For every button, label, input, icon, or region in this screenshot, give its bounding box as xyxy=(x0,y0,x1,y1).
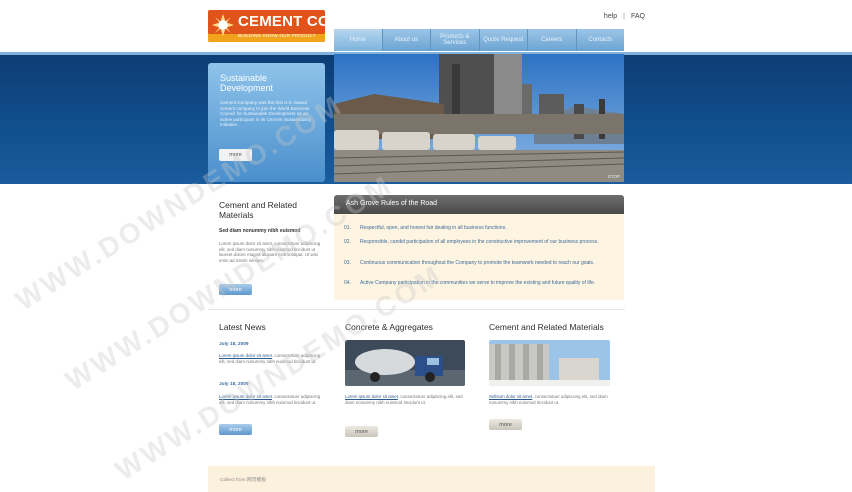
sun-logo-icon xyxy=(212,14,234,36)
rules-title: Ash Grove Rules of the Road xyxy=(346,200,438,207)
cement2-title: Cement and Related Materials xyxy=(489,322,604,332)
nav-home[interactable]: Home xyxy=(334,29,383,51)
news-date: July 18, 2009 xyxy=(219,342,249,347)
rule-number: 01. xyxy=(344,225,351,231)
hero-image: STOP xyxy=(334,54,624,182)
cement-section-subtitle: Sed diam nonummy nibh euismod xyxy=(219,228,301,234)
news-link[interactable]: Lorem ipsum dolor sit amet xyxy=(219,394,272,399)
cement2-link[interactable]: Sellsum dolor sit amet xyxy=(489,394,532,399)
help-link[interactable]: help xyxy=(604,13,617,20)
slideshow-stop-button[interactable]: STOP xyxy=(608,174,620,179)
faq-link[interactable]: FAQ xyxy=(631,13,645,20)
main-nav: Home About us Products & Services Quote … xyxy=(334,29,624,51)
cement2-text-block: Sellsum dolor sit amet, consectetuer adi… xyxy=(489,394,611,405)
news-title: Latest News xyxy=(219,322,266,332)
promo-text: Cement Company was the first U.S.-based … xyxy=(220,100,311,128)
news-item: Lorem ipsum dolor sit amet, consectetuer… xyxy=(219,394,325,405)
top-links: help | FAQ xyxy=(604,13,645,20)
nav-products-services[interactable]: Products & Services xyxy=(431,29,480,51)
logo-title: CEMENT CO. xyxy=(238,13,335,30)
rule-text: Respectful, open, and honest fair dealin… xyxy=(360,225,507,231)
nav-contacts[interactable]: Contacts xyxy=(576,29,624,51)
section-divider xyxy=(208,309,625,310)
news-link[interactable]: Lorem ipsum dolor sit amet xyxy=(219,353,272,358)
promo-more-button[interactable]: more xyxy=(219,149,252,161)
mixer-truck-image xyxy=(345,340,465,386)
cement-more-button[interactable]: more xyxy=(219,284,252,295)
rule-item: 02. Responsible, candid participation of… xyxy=(344,239,604,245)
rules-header: Ash Grove Rules of the Road xyxy=(334,195,624,214)
cement2-more-button[interactable]: more xyxy=(489,419,522,430)
cement-section-text: Lorem ipsum dolor sit amet, consectetuer… xyxy=(219,241,321,263)
footer: Collect from 网页模板 xyxy=(208,466,655,492)
cement2-image xyxy=(489,340,610,386)
logo[interactable]: CEMENT CO. BUILDING KNOW OUR PRODUCT xyxy=(208,10,334,42)
rule-item: 03. Continuous communication throughout … xyxy=(344,260,604,266)
rule-number: 02. xyxy=(344,239,351,245)
news-item: Lorem ipsum dolor sit amet, consectetuer… xyxy=(219,353,325,364)
rule-number: 04. xyxy=(344,280,351,286)
rule-text: Responsible, candid participation of all… xyxy=(360,239,599,245)
concrete-title: Concrete & Aggregates xyxy=(345,322,433,332)
promo-box: Sustainable Development Cement Company w… xyxy=(208,63,325,182)
concrete-more-button[interactable]: more xyxy=(345,426,378,437)
separator: | xyxy=(623,13,625,20)
rule-number: 03. xyxy=(344,260,351,266)
cement-section-title: Cement and Related Materials xyxy=(219,200,297,220)
rule-item: 04. Active Company participation in the … xyxy=(344,280,604,286)
rule-text: Continuous communication throughout the … xyxy=(360,260,595,266)
news-more-button[interactable]: more xyxy=(219,424,252,435)
concrete-image xyxy=(345,340,465,386)
rule-item: 01. Respectful, open, and honest fair de… xyxy=(344,225,604,231)
nav-careers[interactable]: Careers xyxy=(528,29,577,51)
cement-plant-image xyxy=(334,54,624,182)
footer-text: Collect from 网页模板 xyxy=(220,478,267,483)
rule-text: Active Company participation in the comm… xyxy=(360,280,596,286)
promo-title: Sustainable Development xyxy=(220,73,274,93)
nav-quote-request[interactable]: Quote Request xyxy=(479,29,528,51)
concrete-text-block: Lorem ipsum dolor sit amet, consectetuer… xyxy=(345,394,465,405)
news-date: July 18, 2009 xyxy=(219,382,249,387)
logo-tagline: BUILDING KNOW OUR PRODUCT xyxy=(238,33,316,38)
rules-list: 01. Respectful, open, and honest fair de… xyxy=(334,214,624,300)
nav-about-us[interactable]: About us xyxy=(382,29,431,51)
silos-image xyxy=(489,340,610,386)
concrete-link[interactable]: Lorem ipsum dolor sit amet xyxy=(345,394,398,399)
